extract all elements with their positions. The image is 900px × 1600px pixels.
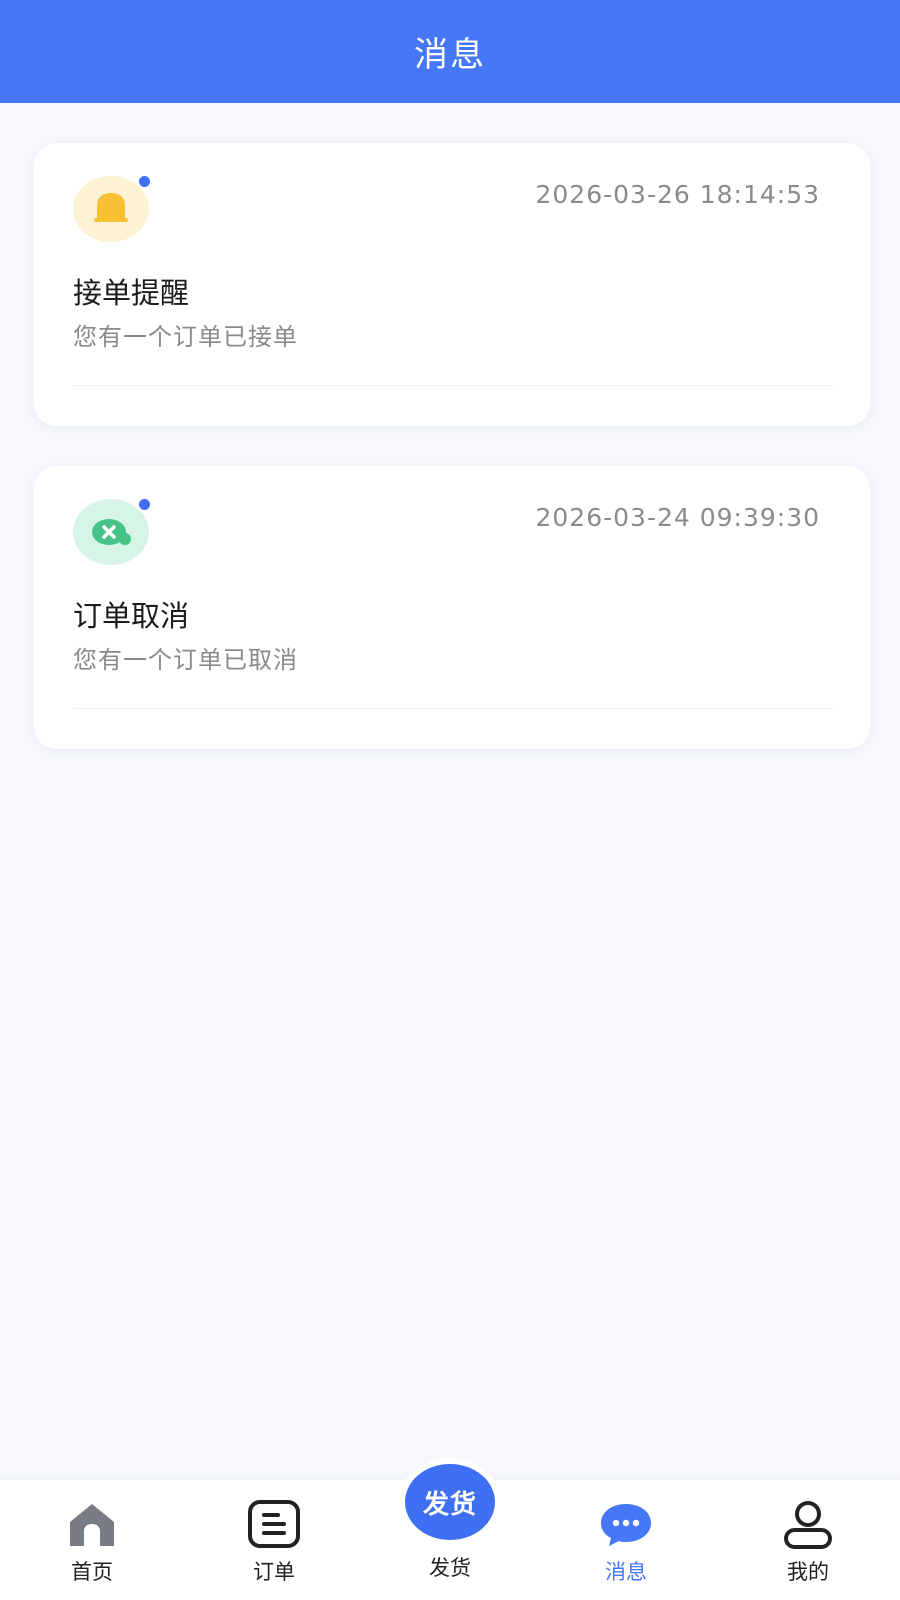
message-card-order-cancelled[interactable]: 2026-03-24 09:39:30 订单取消 您有一个订单已取消	[34, 466, 870, 749]
page-title: 消息	[414, 35, 486, 75]
tab-mine[interactable]: 我的	[718, 1480, 898, 1600]
message-bubble-icon	[598, 1500, 654, 1550]
message-time: 2026-03-26 18:14:53	[535, 180, 820, 209]
ship-button[interactable]: 发货	[405, 1464, 495, 1540]
unread-dot	[137, 174, 152, 189]
message-title: 订单取消	[73, 599, 190, 633]
message-card-order-accepted[interactable]: 2026-03-26 18:14:53 接单提醒 您有一个订单已接单	[34, 143, 870, 426]
tab-messages[interactable]: 消息	[536, 1480, 716, 1600]
tab-orders[interactable]: 订单	[184, 1480, 364, 1600]
tab-label: 消息	[605, 1560, 647, 1584]
home-icon	[64, 1500, 120, 1550]
divider	[73, 708, 834, 709]
tab-label: 首页	[71, 1560, 113, 1584]
order-list-icon	[246, 1500, 302, 1550]
user-icon	[780, 1500, 836, 1550]
unread-dot	[137, 497, 152, 512]
message-time: 2026-03-24 09:39:30	[535, 503, 820, 532]
message-title: 接单提醒	[73, 276, 190, 310]
tab-label: 我的	[787, 1560, 829, 1584]
ship-button-text: 发货	[422, 1489, 477, 1520]
bottom-tab-bar: 首页 订单 发货 发货 消息 我的	[0, 1464, 900, 1600]
divider	[73, 385, 834, 386]
tab-label: 订单	[253, 1560, 295, 1584]
tab-home[interactable]: 首页	[2, 1480, 182, 1600]
message-list: 2026-03-26 18:14:53 接单提醒 您有一个订单已接单 2026-…	[0, 103, 900, 1480]
tab-label: 发货	[429, 1556, 471, 1580]
tab-ship[interactable]: 发货 发货	[360, 1464, 540, 1600]
message-description: 您有一个订单已取消	[73, 646, 298, 674]
message-description: 您有一个订单已接单	[73, 323, 298, 351]
top-header: 消息	[0, 0, 900, 103]
